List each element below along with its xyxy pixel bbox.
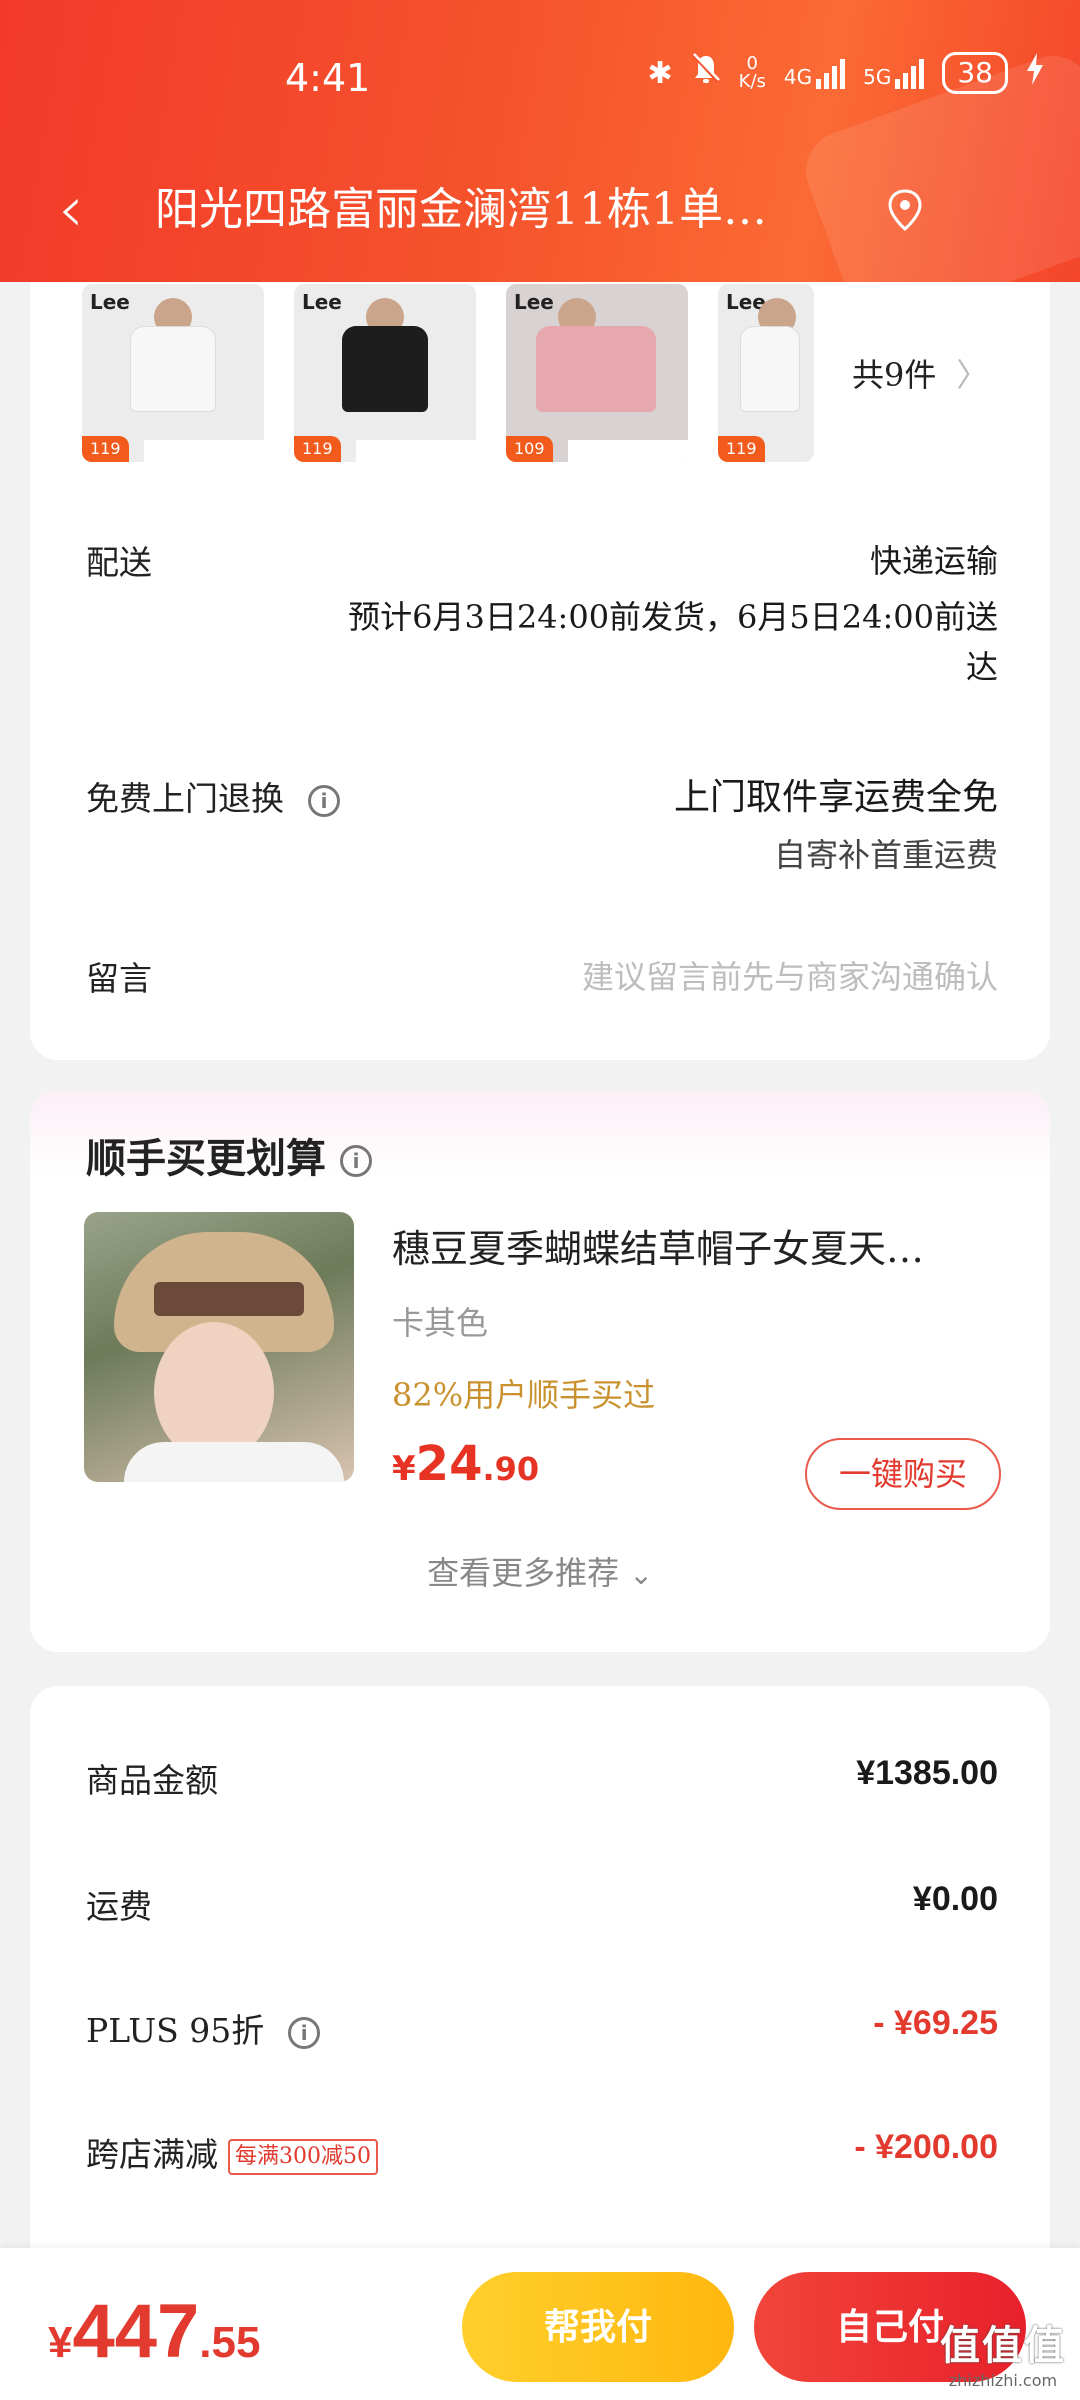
- one-click-buy-button[interactable]: 一键购买: [805, 1438, 1001, 1510]
- price-strip: [568, 440, 688, 462]
- shipping-value: ¥0.00: [912, 1880, 998, 1918]
- total-integer: 447: [72, 2289, 200, 2374]
- back-icon[interactable]: ‹: [58, 170, 84, 250]
- info-icon[interactable]: i: [288, 2017, 321, 2049]
- plus-discount-label: PLUS 95折: [86, 2011, 265, 2050]
- location-pin-icon[interactable]: [886, 188, 924, 232]
- shirt-graphic: [342, 326, 428, 412]
- product-social-proof: 82%用户顺手买过: [392, 1376, 656, 1414]
- net-speed-unit: K/s: [738, 71, 766, 92]
- price-decimal: .90: [482, 1450, 540, 1488]
- watermark: 值值值 zhizhizhi.com: [940, 2313, 1066, 2390]
- mute-bell-icon: [691, 53, 721, 93]
- delivery-estimate-line2: 达: [965, 648, 998, 686]
- signal-4g-label: 4G: [783, 65, 813, 89]
- brand-logo: Lee: [90, 290, 130, 314]
- status-bar: 4:41 ✱ 0 K/s 4G 5G 38: [0, 0, 1080, 150]
- item-thumbnails[interactable]: Lee 119 Lee 119 Lee 109 Lee 119: [82, 284, 814, 462]
- view-more-label: 查看更多推荐: [427, 1554, 620, 1592]
- promo-tag: 每满300减50: [228, 2139, 378, 2175]
- item-thumbnail[interactable]: Lee 119: [718, 284, 814, 462]
- product-price: ¥24.90: [392, 1436, 539, 1492]
- brand-logo: Lee: [302, 290, 342, 314]
- signal-5g-label: 5G: [863, 65, 892, 89]
- signal-4g-icon: 4G: [783, 57, 846, 89]
- item-count: 共9件: [852, 356, 937, 394]
- plus-discount-value: - ¥69.25: [873, 2004, 998, 2042]
- delivery-method[interactable]: 快递运输: [870, 536, 998, 582]
- status-icons: ✱ 0 K/s 4G 5G 38: [648, 52, 1045, 94]
- shirt-graphic: [130, 326, 216, 412]
- order-items-card: Lee 119 Lee 119 Lee 109 Lee 119 共9件〉 配送 …: [30, 200, 1050, 1060]
- delivery-label: 配送: [86, 543, 152, 582]
- item-count-link[interactable]: 共9件〉: [852, 350, 988, 396]
- message-input[interactable]: 建议留言前先与商家沟通确认: [582, 952, 998, 998]
- total-price: ¥447.55: [48, 2288, 260, 2375]
- chevron-down-icon: ⌄: [629, 1558, 653, 1591]
- help-me-pay-button[interactable]: 帮我付: [462, 2272, 734, 2382]
- cross-store-discount-value: - ¥200.00: [854, 2128, 998, 2166]
- item-thumbnail[interactable]: Lee 119: [82, 284, 264, 462]
- returns-main[interactable]: 上门取件享运费全免: [674, 768, 998, 820]
- upsell-title: 顺手买更划算: [86, 1136, 326, 1182]
- message-label: 留言: [86, 959, 152, 998]
- plus-discount-row: PLUS 95折 i: [86, 2004, 321, 2052]
- price-tag: 119: [718, 436, 765, 462]
- nav-bar: ‹ 阳光四路富丽金澜湾11栋1单…: [0, 170, 1080, 250]
- net-speed: 0 K/s: [739, 55, 766, 91]
- hat-band-shape: [154, 1282, 304, 1316]
- returns-row-label: 免费上门退换 i: [86, 772, 340, 820]
- price-strip: [356, 440, 476, 462]
- price-tag: 119: [82, 436, 129, 462]
- upsell-card: 顺手买更划算 i 穗豆夏季蝴蝶结草帽子女夏天… 卡其色 82%用户顺手买过 ¥24…: [30, 1090, 1050, 1652]
- product-variant: 卡其色: [392, 1304, 489, 1342]
- delivery-address[interactable]: 阳光四路富丽金澜湾11栋1单…: [155, 170, 875, 250]
- total-symbol: ¥: [48, 2318, 73, 2367]
- product-name[interactable]: 穗豆夏季蝴蝶结草帽子女夏天…: [392, 1218, 1012, 1273]
- charging-icon: [1026, 53, 1044, 93]
- chevron-right-icon: 〉: [956, 356, 989, 394]
- price-strip: [144, 440, 264, 462]
- view-more-recommendations[interactable]: 查看更多推荐 ⌄: [30, 1548, 1050, 1594]
- info-icon[interactable]: i: [308, 785, 340, 817]
- delivery-estimate-line1: 预计6月3日24:00前发货，6月5日24:00前送: [348, 598, 998, 636]
- status-time: 4:41: [285, 56, 371, 100]
- price-tag: 109: [506, 436, 553, 462]
- face-shape: [154, 1322, 274, 1462]
- item-thumbnail[interactable]: Lee 109: [506, 284, 688, 462]
- price-tag: 119: [294, 436, 341, 462]
- shirt-graphic: [536, 326, 656, 412]
- item-thumbnail[interactable]: Lee 119: [294, 284, 476, 462]
- cross-store-discount-label: 跨店满减: [86, 2135, 218, 2174]
- returns-sub: 自寄补首重运费: [773, 836, 998, 874]
- upsell-title-row: 顺手买更划算 i: [86, 1126, 372, 1184]
- bluetooth-icon: ✱: [647, 55, 673, 91]
- info-icon[interactable]: i: [340, 1145, 372, 1177]
- shirt-shape: [124, 1442, 344, 1482]
- shirt-graphic: [740, 326, 800, 412]
- product-image[interactable]: [84, 1212, 354, 1482]
- subtotal-label: 商品金额: [86, 1761, 218, 1800]
- brand-logo: Lee: [514, 290, 554, 314]
- price-symbol: ¥: [392, 1449, 416, 1489]
- watermark-text: 值值值: [940, 2323, 1066, 2369]
- price-integer: 24: [415, 1436, 483, 1492]
- signal-5g-icon: 5G: [863, 57, 925, 89]
- checkout-bar: ¥447.55 帮我付 自己付 值值值 zhizhizhi.com: [0, 2248, 1080, 2400]
- returns-label: 免费上门退换: [86, 779, 284, 818]
- total-decimal: .55: [199, 2318, 261, 2367]
- subtotal-value: ¥1385.00: [856, 1754, 998, 1792]
- delivery-estimate: 预计6月3日24:00前发货，6月5日24:00前送 达: [348, 592, 998, 692]
- shipping-label: 运费: [86, 1887, 152, 1926]
- cross-store-discount-row: 跨店满减 每满300减50: [86, 2128, 378, 2176]
- header: 4:41 ✱ 0 K/s 4G 5G 38 ‹ 阳光四路富丽金澜湾11栋1单…: [0, 0, 1080, 282]
- battery-indicator: 38: [942, 52, 1008, 94]
- watermark-site: zhizhizhi.com: [948, 2371, 1058, 2390]
